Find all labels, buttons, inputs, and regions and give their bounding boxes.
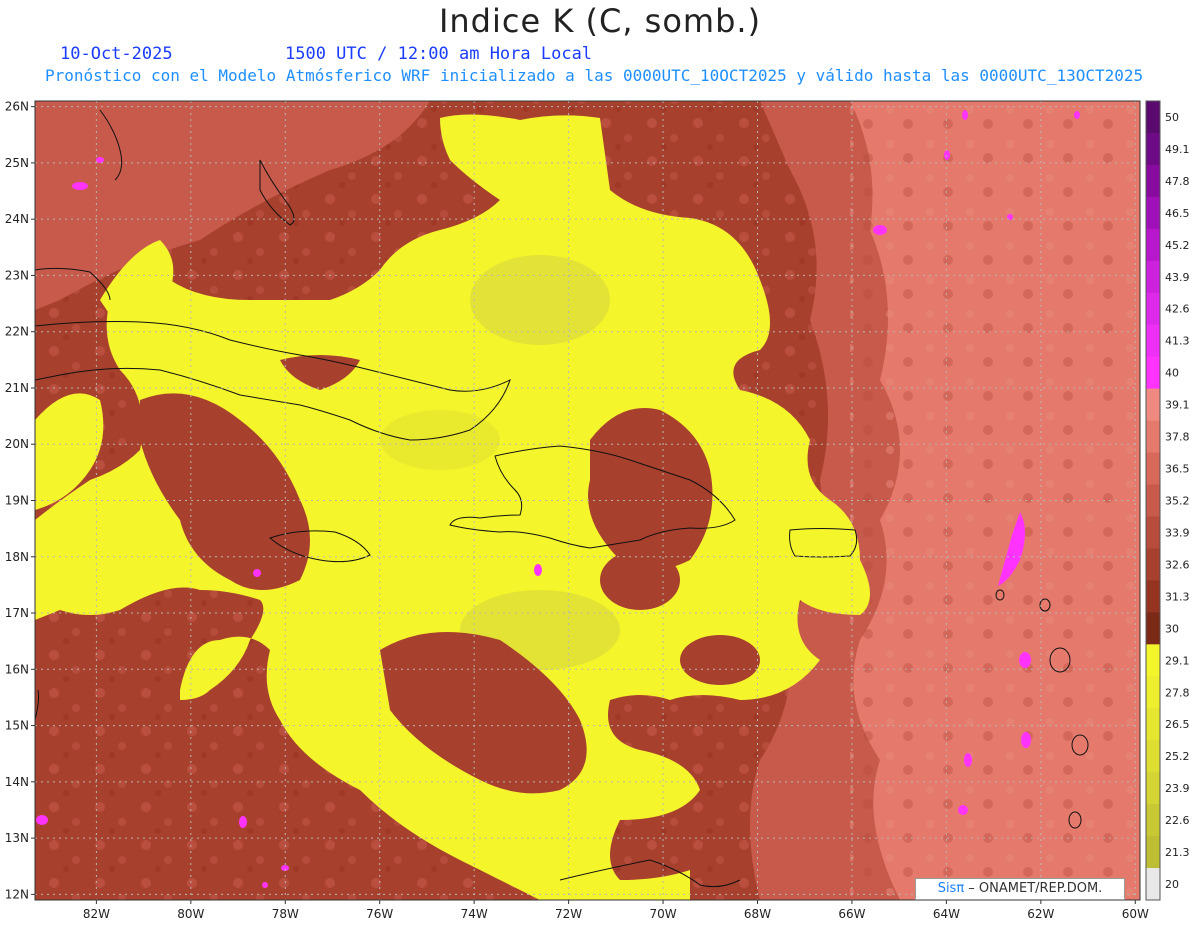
credit-brand: Sisπ [937, 881, 965, 896]
credit-box: Sisπ – ONAMET/REP.DOM. [915, 878, 1125, 900]
lat-tick-label: 15N [5, 719, 29, 733]
lon-tick-label: 72W [555, 907, 582, 921]
lat-tick-label: 22N [5, 325, 29, 339]
colorbar-swatch [1146, 132, 1160, 166]
field-dark-blob-6 [680, 635, 760, 685]
colorbar-label: 20 [1165, 878, 1179, 891]
colorbar-swatch [1146, 420, 1160, 454]
lat-tick-label: 13N [5, 831, 29, 845]
colorbar-label: 46.5 [1165, 207, 1190, 220]
colorbar-swatch [1146, 388, 1160, 422]
colorbar-label: 41.3 [1165, 335, 1190, 348]
colorbar-label: 25.2 [1165, 750, 1190, 763]
lon-tick-label: 74W [461, 907, 488, 921]
lat-tick-label: 17N [5, 606, 29, 620]
colorbar-swatch [1146, 836, 1160, 869]
colorbar-swatch [1146, 772, 1160, 805]
colorbar-swatch [1146, 516, 1160, 549]
colorbar-label: 36.5 [1165, 463, 1190, 476]
colorbar-swatch [1146, 196, 1160, 230]
colorbar-label: 32.6 [1165, 558, 1190, 571]
lon-tick-label: 64W [933, 907, 960, 921]
lat-tick-label: 16N [5, 662, 29, 676]
colorbar-swatch [1146, 101, 1160, 134]
colorbar-label: 29.1 [1165, 654, 1190, 667]
colorbar-legend: 50 49.1 47.8 46.5 45.2 43.9 42.6 41.3 40 39.1 37.8… [1145, 100, 1190, 901]
lat-tick-label: 20N [5, 437, 29, 451]
lon-tick-label: 66W [838, 907, 865, 921]
field-layer [35, 101, 1140, 900]
colorbar-label: 23.9 [1165, 782, 1190, 795]
lon-tick-label: 62W [1027, 907, 1054, 921]
lat-tick-label: 21N [5, 381, 29, 395]
colorbar-swatch [1146, 676, 1160, 709]
colorbar-label: 33.9 [1165, 526, 1190, 539]
colorbar-label: 43.9 [1165, 271, 1190, 284]
colorbar-swatch [1146, 804, 1160, 837]
colorbar-swatch [1146, 292, 1160, 326]
lat-tick-label: 24N [5, 212, 29, 226]
lat-tick-label: 19N [5, 494, 29, 508]
colorbar-swatch [1146, 740, 1160, 773]
colorbar-label: 26.5 [1165, 718, 1190, 731]
colorbar-swatch [1146, 644, 1160, 677]
lon-tick-label: 68W [744, 907, 771, 921]
colorbar-label: 37.8 [1165, 431, 1190, 444]
colorbar-swatch [1146, 612, 1160, 645]
colorbar-swatch [1146, 452, 1160, 486]
colorbar-label: 50 [1165, 111, 1179, 124]
lat-tick-label: 25N [5, 156, 29, 170]
lat-tick-label: 12N [5, 887, 29, 901]
colorbar-label: 22.6 [1165, 814, 1190, 827]
colorbar-swatch [1146, 324, 1160, 358]
lon-tick-label: 70W [649, 907, 676, 921]
field-yellow-core-3 [380, 410, 500, 470]
lon-tick-label: 76W [366, 907, 393, 921]
lon-tick-label: 80W [177, 907, 204, 921]
colorbar-label: 35.2 [1165, 495, 1190, 508]
colorbar-label: 42.6 [1165, 303, 1190, 316]
longitude-labels: 82W 80W 78W 76W 74W 72W 70W 68W 66W 64W 62W 60W [83, 900, 1149, 921]
colorbar-swatch [1146, 548, 1160, 581]
colorbar-swatch [1146, 228, 1160, 262]
colorbar-swatch [1146, 580, 1160, 613]
lon-tick-label: 82W [83, 907, 110, 921]
colorbar-label: 31.3 [1165, 590, 1190, 603]
colorbar-label: 27.8 [1165, 686, 1190, 699]
colorbar-label: 21.3 [1165, 846, 1190, 859]
colorbar-swatch [1146, 164, 1160, 198]
colorbar-label: 45.2 [1165, 239, 1190, 252]
colorbar-label: 40 [1165, 367, 1179, 380]
colorbar-swatch [1146, 868, 1160, 901]
colorbar-swatch [1146, 708, 1160, 741]
k-index-map: 82W 80W 78W 76W 74W 72W 70W 68W 66W 64W 62W 60W 12N… [5, 100, 1190, 921]
lat-tick-label: 18N [5, 550, 29, 564]
colorbar-label: 30 [1165, 622, 1179, 635]
colorbar-label: 49.1 [1165, 143, 1190, 156]
field-dark-blob-5 [600, 550, 680, 610]
lon-tick-label: 78W [272, 907, 299, 921]
lat-tick-label: 26N [5, 100, 29, 114]
lat-tick-label: 14N [5, 775, 29, 789]
lat-tick-label: 23N [5, 268, 29, 282]
colorbar-label: 39.1 [1165, 399, 1190, 412]
credit-text: – ONAMET/REP.DOM. [964, 881, 1103, 896]
colorbar-label: 47.8 [1165, 175, 1190, 188]
colorbar-swatch [1146, 484, 1160, 517]
lon-tick-label: 60W [1122, 907, 1149, 921]
colorbar-swatch [1146, 260, 1160, 294]
latitude-labels: 12N 13N 14N 15N 16N 17N 18N 19N 20N 21N 22N 23N 24N 2… [5, 100, 35, 901]
colorbar-swatch [1146, 356, 1160, 390]
